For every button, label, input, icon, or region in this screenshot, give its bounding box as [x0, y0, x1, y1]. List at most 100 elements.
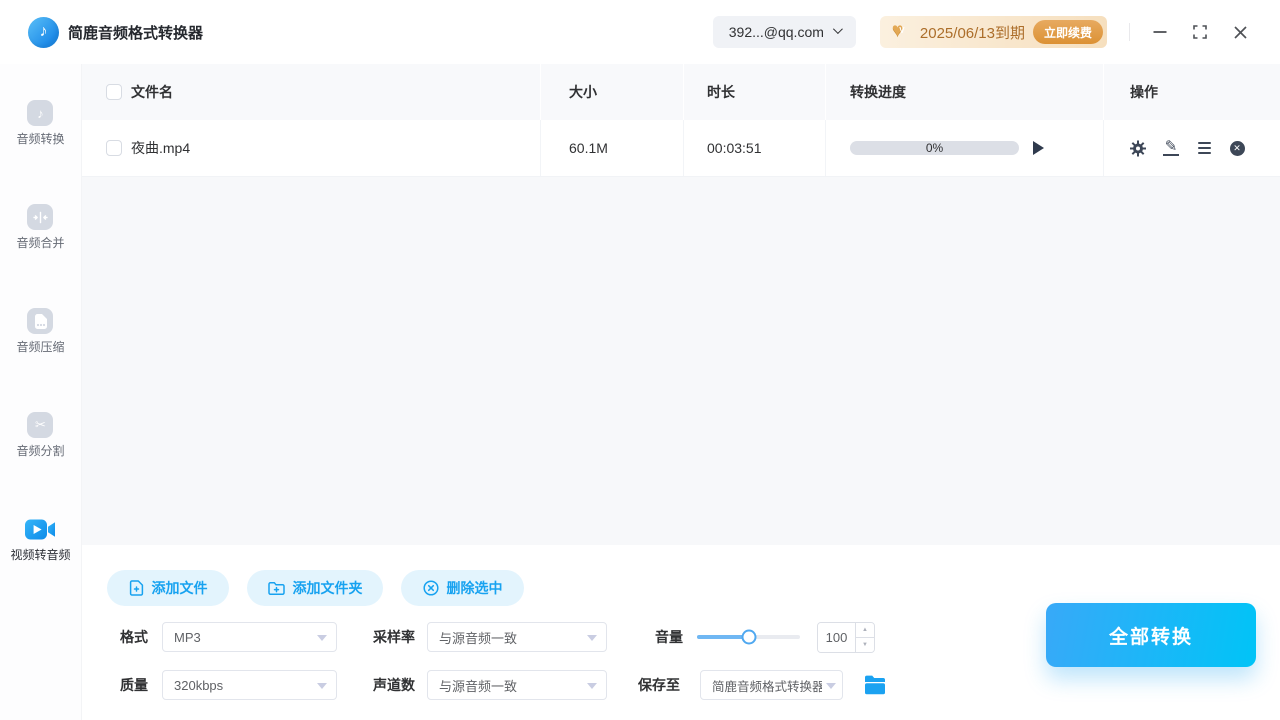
app-brand: ♪ 简鹿音频格式转换器	[28, 16, 204, 48]
add-folder-icon	[267, 581, 285, 595]
delete-selected-label: 删除选中	[446, 580, 503, 596]
channels-value: 与源音频一致	[439, 678, 518, 694]
sidebar-item-label: 音频压缩	[16, 340, 65, 354]
table-header: 文件名 大小 时长 转换进度 操作	[82, 64, 1280, 120]
caret-down-icon	[317, 635, 327, 641]
sample-rate-label: 采样率	[373, 629, 415, 645]
progress-percent: 0%	[925, 141, 944, 155]
table-row: 夜曲.mp4 60.1M 00:03:51 0% ✎ ✕	[82, 120, 1280, 177]
file-name: 夜曲.mp4	[131, 140, 191, 156]
cell-operations: ✎ ✕	[1103, 120, 1280, 176]
volume-slider[interactable]	[697, 629, 800, 645]
header-filename: 文件名	[82, 64, 540, 120]
caret-down-icon	[826, 683, 836, 689]
sidebar-item-audio-split[interactable]: ✂ 音频分割	[16, 412, 65, 459]
save-to-label: 保存至	[638, 677, 680, 693]
merge-arrows-icon	[27, 204, 54, 230]
titlebar-right: 392...@qq.com ♥ V 2025/06/13到期 立即续费	[712, 12, 1260, 52]
menu-list-icon[interactable]	[1196, 140, 1212, 156]
header-filename-label: 文件名	[131, 84, 173, 100]
account-dropdown[interactable]: 392...@qq.com	[712, 16, 856, 48]
add-folder-button[interactable]: 添加文件夹	[247, 570, 383, 606]
quality-select[interactable]: 320kbps	[162, 670, 337, 700]
cell-duration: 00:03:51	[683, 120, 825, 176]
row-checkbox[interactable]	[106, 140, 122, 156]
save-to-select[interactable]: 简鹿音频格式转换器	[700, 670, 843, 700]
format-select[interactable]: MP3	[162, 622, 337, 652]
delete-circle-icon	[422, 580, 439, 596]
video-camera-icon	[24, 516, 56, 542]
sample-rate-select[interactable]: 与源音频一致	[427, 622, 607, 652]
cell-size: 60.1M	[540, 120, 683, 176]
maximize-button[interactable]	[1180, 12, 1220, 52]
sidebar-item-label: 音频分割	[16, 444, 65, 458]
sidebar-item-label: 音频合并	[16, 236, 65, 250]
volume-spinners: ▲ ▼	[855, 623, 874, 652]
volume-label: 音量	[655, 629, 683, 645]
main-area: 文件名 大小 时长 转换进度 操作 夜曲.mp4 60.1M 00:03:51 …	[82, 64, 1280, 720]
caret-down-icon	[317, 683, 327, 689]
sidebar-item-audio-merge[interactable]: 音频合并	[16, 204, 65, 251]
titlebar: ♪ 简鹿音频格式转换器 392...@qq.com ♥ V 2025/06/13…	[0, 0, 1280, 64]
cell-filename: 夜曲.mp4	[82, 120, 540, 176]
volume-decrease-button[interactable]: ▼	[856, 638, 874, 652]
open-folder-button[interactable]	[863, 674, 887, 696]
vip-heart-icon: ♥ V	[892, 20, 912, 41]
channels-label: 声道数	[373, 677, 415, 693]
renew-now-button[interactable]: 立即续费	[1032, 20, 1103, 44]
progress-bar: 0%	[850, 141, 1019, 155]
sidebar-item-label: 音频转换	[16, 132, 65, 146]
sample-rate-value: 与源音频一致	[439, 630, 518, 646]
cell-progress: 0%	[825, 120, 1103, 176]
format-value: MP3	[174, 629, 201, 645]
header-duration: 时长	[683, 64, 825, 120]
folder-icon	[865, 675, 885, 695]
channels-select[interactable]: 与源音频一致	[427, 670, 607, 700]
settings-gear-icon[interactable]	[1130, 140, 1146, 156]
window-controls	[1129, 12, 1260, 52]
divider	[1129, 23, 1130, 41]
add-file-label: 添加文件	[151, 580, 208, 596]
convert-all-button[interactable]: 全部转换	[1046, 603, 1256, 667]
caret-down-icon	[587, 683, 597, 689]
select-all-checkbox[interactable]	[106, 84, 122, 100]
close-button[interactable]	[1220, 12, 1260, 52]
quality-value: 320kbps	[174, 677, 224, 693]
vip-status-badge: ♥ V 2025/06/13到期 立即续费	[879, 16, 1107, 48]
header-size: 大小	[540, 64, 683, 120]
file-list-empty-area	[82, 177, 1280, 545]
compressed-file-icon	[27, 308, 54, 334]
sidebar: ♪ 音频转换 音频合并 音频压缩 ✂ 音频分割 视频转音频	[0, 64, 82, 720]
sidebar-item-audio-compress[interactable]: 音频压缩	[16, 308, 65, 355]
caret-down-icon	[587, 635, 597, 641]
remove-file-icon[interactable]: ✕	[1229, 140, 1245, 156]
bottom-panel: 添加文件 添加文件夹 删除选中 格式 MP3 采样率 与源音频一致 音量 100…	[82, 545, 1280, 720]
volume-slider-handle[interactable]	[741, 629, 756, 645]
header-operations: 操作	[1103, 64, 1280, 120]
app-title: 简鹿音频格式转换器	[68, 24, 204, 42]
minimize-button[interactable]	[1140, 12, 1180, 52]
sidebar-item-audio-convert[interactable]: ♪ 音频转换	[16, 100, 65, 147]
vip-expiry-date: 2025/06/13到期	[919, 24, 1025, 42]
music-note-icon: ♪	[27, 100, 54, 126]
format-label: 格式	[120, 629, 148, 645]
sidebar-item-label: 视频转音频	[10, 548, 71, 562]
add-folder-label: 添加文件夹	[292, 580, 363, 596]
vip-v-glyph: V	[899, 26, 905, 35]
volume-input-group: ▲ ▼	[817, 622, 875, 653]
quality-label: 质量	[120, 677, 148, 693]
account-email: 392...@qq.com	[728, 24, 824, 40]
add-file-icon	[129, 580, 143, 596]
add-file-button[interactable]: 添加文件	[107, 570, 229, 606]
play-button[interactable]	[1033, 141, 1044, 155]
volume-increase-button[interactable]: ▲	[856, 623, 874, 638]
delete-selected-button[interactable]: 删除选中	[401, 570, 524, 606]
scissors-icon: ✂	[27, 412, 54, 438]
chevron-down-icon	[832, 24, 843, 35]
save-to-value: 简鹿音频格式转换器	[712, 679, 822, 694]
sidebar-item-video-to-audio[interactable]: 视频转音频	[10, 516, 71, 563]
header-progress: 转换进度	[825, 64, 1103, 120]
app-window: ♪ 简鹿音频格式转换器 392...@qq.com ♥ V 2025/06/13…	[0, 0, 1280, 720]
edit-pencil-icon[interactable]: ✎	[1163, 139, 1179, 156]
volume-input[interactable]	[818, 623, 855, 652]
